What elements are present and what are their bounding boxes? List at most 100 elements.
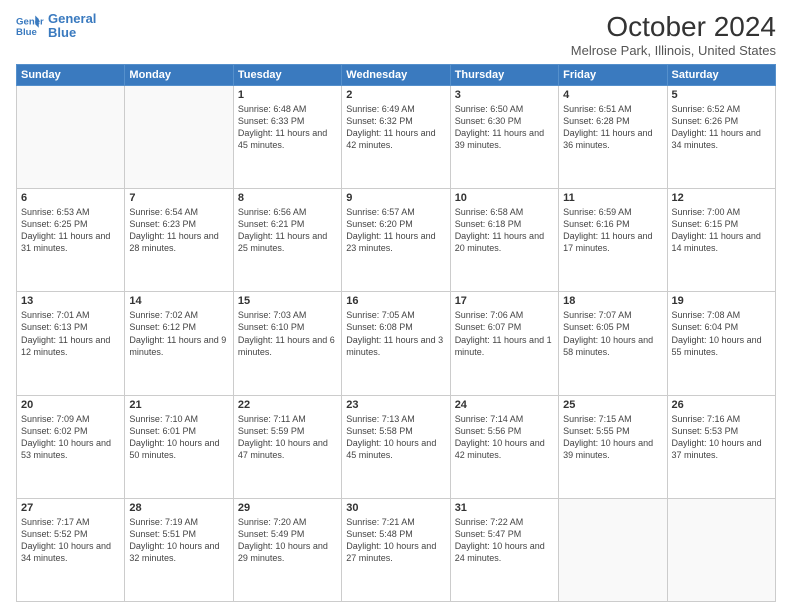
weekday-header-tuesday: Tuesday	[233, 64, 341, 85]
day-number: 6	[21, 192, 120, 204]
calendar-week-row: 27Sunrise: 7:17 AM Sunset: 5:52 PM Dayli…	[17, 498, 776, 601]
weekday-header-saturday: Saturday	[667, 64, 775, 85]
calendar-cell: 25 Sunrise: 7:15 AM Sunset: 5:55 PM Dayli…	[559, 395, 667, 498]
day-info: Sunrise: 6:54 AM Sunset: 6:23 PM Dayligh…	[129, 206, 228, 255]
calendar-cell: 28Sunrise: 7:19 AM Sunset: 5:51 PM Dayli…	[125, 498, 233, 601]
day-number: 20	[21, 399, 120, 411]
calendar-cell: 13 Sunrise: 7:01 AM Sunset: 6:13 PM Dayli…	[17, 292, 125, 395]
location-title: Melrose Park, Illinois, United States	[571, 43, 776, 58]
calendar-cell: 15Sunrise: 7:03 AM Sunset: 6:10 PM Dayli…	[233, 292, 341, 395]
calendar-cell: 20 Sunrise: 7:09 AM Sunset: 6:02 PM Dayli…	[17, 395, 125, 498]
calendar-cell: 30 Sunrise: 7:21 AM Sunset: 5:48 PM Dayli…	[342, 498, 450, 601]
day-info: Sunrise: 7:08 AM Sunset: 6:04 PM Dayligh…	[672, 309, 771, 358]
day-number: 7	[129, 192, 228, 204]
day-number: 14	[129, 295, 228, 307]
day-number: 15	[238, 295, 337, 307]
day-info: Sunrise: 7:15 AM Sunset: 5:55 PM Dayligh…	[563, 413, 662, 462]
day-number: 22	[238, 399, 337, 411]
calendar-week-row: 20 Sunrise: 7:09 AM Sunset: 6:02 PM Dayli…	[17, 395, 776, 498]
calendar-cell: 23 Sunrise: 7:13 AM Sunset: 5:58 PM Dayli…	[342, 395, 450, 498]
day-number: 29	[238, 502, 337, 514]
calendar-week-row: 1Sunrise: 6:48 AM Sunset: 6:33 PM Daylig…	[17, 85, 776, 188]
weekday-header-monday: Monday	[125, 64, 233, 85]
calendar-cell: 27Sunrise: 7:17 AM Sunset: 5:52 PM Dayli…	[17, 498, 125, 601]
calendar-cell: 2Sunrise: 6:49 AM Sunset: 6:32 PM Daylig…	[342, 85, 450, 188]
calendar-cell: 5 Sunrise: 6:52 AM Sunset: 6:26 PM Daylig…	[667, 85, 775, 188]
day-number: 9	[346, 192, 445, 204]
calendar-cell	[559, 498, 667, 601]
calendar-week-row: 13 Sunrise: 7:01 AM Sunset: 6:13 PM Dayli…	[17, 292, 776, 395]
calendar-cell: 26 Sunrise: 7:16 AM Sunset: 5:53 PM Dayli…	[667, 395, 775, 498]
day-number: 23	[346, 399, 445, 411]
calendar-cell: 31Sunrise: 7:22 AM Sunset: 5:47 PM Dayli…	[450, 498, 558, 601]
day-info: Sunrise: 7:10 AM Sunset: 6:01 PM Dayligh…	[129, 413, 228, 462]
calendar-cell: 10Sunrise: 6:58 AM Sunset: 6:18 PM Dayli…	[450, 189, 558, 292]
weekday-header-thursday: Thursday	[450, 64, 558, 85]
day-number: 18	[563, 295, 662, 307]
logo: General Blue General Blue	[16, 12, 96, 41]
day-number: 19	[672, 295, 771, 307]
day-number: 11	[563, 192, 662, 204]
calendar-cell: 1Sunrise: 6:48 AM Sunset: 6:33 PM Daylig…	[233, 85, 341, 188]
day-number: 1	[238, 89, 337, 101]
day-info: Sunrise: 7:16 AM Sunset: 5:53 PM Dayligh…	[672, 413, 771, 462]
day-info: Sunrise: 6:49 AM Sunset: 6:32 PM Dayligh…	[346, 103, 445, 152]
calendar-cell: 9 Sunrise: 6:57 AM Sunset: 6:20 PM Daylig…	[342, 189, 450, 292]
calendar-cell: 29Sunrise: 7:20 AM Sunset: 5:49 PM Dayli…	[233, 498, 341, 601]
day-info: Sunrise: 7:00 AM Sunset: 6:15 PM Dayligh…	[672, 206, 771, 255]
calendar-cell: 14 Sunrise: 7:02 AM Sunset: 6:12 PM Dayli…	[125, 292, 233, 395]
day-info: Sunrise: 7:07 AM Sunset: 6:05 PM Dayligh…	[563, 309, 662, 358]
calendar-cell	[17, 85, 125, 188]
weekday-header-row: SundayMondayTuesdayWednesdayThursdayFrid…	[17, 64, 776, 85]
day-number: 25	[563, 399, 662, 411]
calendar-cell: 16 Sunrise: 7:05 AM Sunset: 6:08 PM Dayli…	[342, 292, 450, 395]
calendar-cell: 11 Sunrise: 6:59 AM Sunset: 6:16 PM Dayli…	[559, 189, 667, 292]
day-info: Sunrise: 7:21 AM Sunset: 5:48 PM Dayligh…	[346, 516, 445, 565]
calendar-cell: 21 Sunrise: 7:10 AM Sunset: 6:01 PM Dayli…	[125, 395, 233, 498]
day-info: Sunrise: 6:59 AM Sunset: 6:16 PM Dayligh…	[563, 206, 662, 255]
calendar-table: SundayMondayTuesdayWednesdayThursdayFrid…	[16, 64, 776, 602]
calendar-cell: 3Sunrise: 6:50 AM Sunset: 6:30 PM Daylig…	[450, 85, 558, 188]
logo-icon: General Blue	[16, 12, 44, 40]
day-info: Sunrise: 6:52 AM Sunset: 6:26 PM Dayligh…	[672, 103, 771, 152]
page: General Blue General Blue October 2024 M…	[0, 0, 792, 612]
day-number: 10	[455, 192, 554, 204]
day-info: Sunrise: 7:22 AM Sunset: 5:47 PM Dayligh…	[455, 516, 554, 565]
day-number: 16	[346, 295, 445, 307]
day-info: Sunrise: 7:09 AM Sunset: 6:02 PM Dayligh…	[21, 413, 120, 462]
calendar-week-row: 6Sunrise: 6:53 AM Sunset: 6:25 PM Daylig…	[17, 189, 776, 292]
calendar-cell: 12 Sunrise: 7:00 AM Sunset: 6:15 PM Dayli…	[667, 189, 775, 292]
day-number: 8	[238, 192, 337, 204]
calendar-cell: 7 Sunrise: 6:54 AM Sunset: 6:23 PM Daylig…	[125, 189, 233, 292]
header: General Blue General Blue October 2024 M…	[16, 12, 776, 58]
calendar-cell: 24Sunrise: 7:14 AM Sunset: 5:56 PM Dayli…	[450, 395, 558, 498]
calendar-cell: 17Sunrise: 7:06 AM Sunset: 6:07 PM Dayli…	[450, 292, 558, 395]
day-number: 21	[129, 399, 228, 411]
day-number: 26	[672, 399, 771, 411]
day-info: Sunrise: 6:56 AM Sunset: 6:21 PM Dayligh…	[238, 206, 337, 255]
weekday-header-wednesday: Wednesday	[342, 64, 450, 85]
calendar-cell	[125, 85, 233, 188]
day-info: Sunrise: 6:51 AM Sunset: 6:28 PM Dayligh…	[563, 103, 662, 152]
day-info: Sunrise: 7:06 AM Sunset: 6:07 PM Dayligh…	[455, 309, 554, 358]
day-number: 13	[21, 295, 120, 307]
calendar-cell: 18 Sunrise: 7:07 AM Sunset: 6:05 PM Dayli…	[559, 292, 667, 395]
logo-general: General	[48, 12, 96, 26]
day-info: Sunrise: 7:11 AM Sunset: 5:59 PM Dayligh…	[238, 413, 337, 462]
day-number: 28	[129, 502, 228, 514]
day-info: Sunrise: 7:17 AM Sunset: 5:52 PM Dayligh…	[21, 516, 120, 565]
day-number: 12	[672, 192, 771, 204]
month-title: October 2024	[571, 12, 776, 43]
day-info: Sunrise: 7:13 AM Sunset: 5:58 PM Dayligh…	[346, 413, 445, 462]
day-number: 5	[672, 89, 771, 101]
day-info: Sunrise: 7:05 AM Sunset: 6:08 PM Dayligh…	[346, 309, 445, 358]
calendar-cell: 19 Sunrise: 7:08 AM Sunset: 6:04 PM Dayli…	[667, 292, 775, 395]
svg-text:Blue: Blue	[16, 27, 37, 38]
day-info: Sunrise: 7:02 AM Sunset: 6:12 PM Dayligh…	[129, 309, 228, 358]
day-number: 30	[346, 502, 445, 514]
day-number: 24	[455, 399, 554, 411]
calendar-cell: 6Sunrise: 6:53 AM Sunset: 6:25 PM Daylig…	[17, 189, 125, 292]
day-info: Sunrise: 6:57 AM Sunset: 6:20 PM Dayligh…	[346, 206, 445, 255]
day-number: 4	[563, 89, 662, 101]
day-info: Sunrise: 7:01 AM Sunset: 6:13 PM Dayligh…	[21, 309, 120, 358]
